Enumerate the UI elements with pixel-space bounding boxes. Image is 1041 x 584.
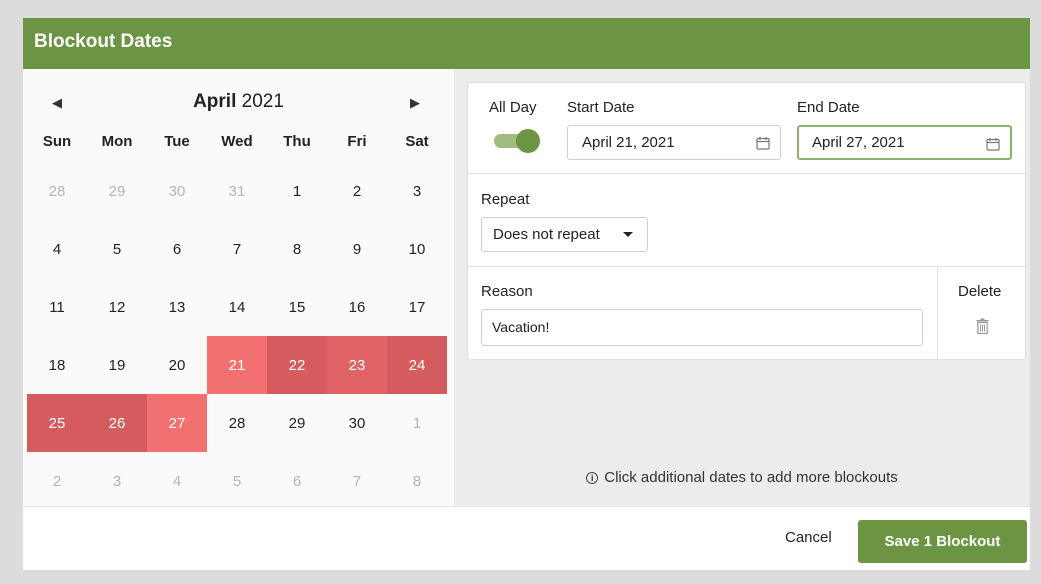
- modal-header: Blockout Dates: [23, 18, 1030, 69]
- calendar-day[interactable]: 11: [27, 278, 87, 336]
- start-date-label: Start Date: [567, 99, 635, 116]
- weekday-label: Wed: [221, 133, 253, 150]
- end-date-field[interactable]: April 27, 2021: [797, 125, 1012, 160]
- calendar-day[interactable]: 29: [267, 394, 327, 452]
- reason-row: Reason Vacation! Delete: [468, 268, 1025, 359]
- repeat-value: Does not repeat: [493, 226, 600, 243]
- calendar-day[interactable]: 9: [327, 220, 387, 278]
- weekday-label: Tue: [164, 133, 190, 150]
- start-date-field[interactable]: April 21, 2021: [567, 125, 781, 160]
- all-day-toggle[interactable]: [492, 129, 540, 153]
- calendar-day[interactable]: 10: [387, 220, 447, 278]
- hint-message: i Click additional dates to add more bloc…: [454, 469, 1030, 486]
- calendar-day[interactable]: 2: [327, 162, 387, 220]
- calendar-day[interactable]: 8: [267, 220, 327, 278]
- all-day-label: All Day: [489, 99, 537, 116]
- calendar-day-outside-month[interactable]: 4: [147, 452, 207, 510]
- end-date-label: End Date: [797, 99, 860, 116]
- calendar-day-outside-month[interactable]: 1: [387, 394, 447, 452]
- weekday-header: Sun Mon Tue Wed Thu Fri Sat: [27, 133, 447, 150]
- calendar-day[interactable]: 14: [207, 278, 267, 336]
- modal-body: ◀ April 2021 ▶ Sun Mon Tue Wed Thu Fri S…: [23, 69, 1030, 506]
- calendar-header: ◀ April 2021 ▶: [23, 69, 454, 137]
- weekday-label: Thu: [283, 133, 311, 150]
- delete-column: Delete: [937, 268, 1026, 359]
- calendar-day-selected[interactable]: 23: [327, 336, 387, 394]
- blockout-card: All Day Start Date April 21, 2021 End Da…: [467, 82, 1026, 360]
- repeat-row: Repeat Does not repeat: [468, 175, 1025, 267]
- delete-label: Delete: [958, 283, 1002, 300]
- next-month-icon[interactable]: ▶: [405, 93, 425, 113]
- calendar: ◀ April 2021 ▶ Sun Mon Tue Wed Thu Fri S…: [23, 69, 454, 506]
- calendar-day[interactable]: 17: [387, 278, 447, 336]
- calendar-day-outside-month[interactable]: 31: [207, 162, 267, 220]
- calendar-icon[interactable]: [986, 127, 1000, 151]
- calendar-day-outside-month[interactable]: 3: [87, 452, 147, 510]
- calendar-day-outside-month[interactable]: 6: [267, 452, 327, 510]
- calendar-day[interactable]: 15: [267, 278, 327, 336]
- weekday-label: Fri: [347, 133, 367, 150]
- calendar-day[interactable]: 30: [327, 394, 387, 452]
- calendar-year: 2021: [241, 91, 284, 112]
- calendar-day[interactable]: 13: [147, 278, 207, 336]
- reason-value: Vacation!: [492, 319, 550, 335]
- calendar-day[interactable]: 20: [147, 336, 207, 394]
- calendar-day-outside-month[interactable]: 7: [327, 452, 387, 510]
- toggle-thumb: [516, 129, 540, 153]
- calendar-day-selected[interactable]: 21: [207, 336, 267, 394]
- weekday-label: Sun: [42, 133, 72, 150]
- calendar-icon[interactable]: [756, 126, 770, 150]
- calendar-month-title: April 2021: [23, 91, 454, 113]
- calendar-day[interactable]: 6: [147, 220, 207, 278]
- calendar-day[interactable]: 1: [267, 162, 327, 220]
- repeat-label: Repeat: [481, 191, 530, 208]
- calendar-day-selected[interactable]: 24: [387, 336, 447, 394]
- calendar-day-outside-month[interactable]: 5: [207, 452, 267, 510]
- weekday-label: Sat: [405, 133, 429, 150]
- calendar-day[interactable]: 3: [387, 162, 447, 220]
- calendar-day-selected[interactable]: 26: [87, 394, 147, 452]
- calendar-day[interactable]: 12: [87, 278, 147, 336]
- calendar-day-outside-month[interactable]: 29: [87, 162, 147, 220]
- calendar-day[interactable]: 7: [207, 220, 267, 278]
- calendar-day-grid: 28 29 30 31 1 2 3 4 5 6 7 8 9 10 11 12 13 14 15 16 17 18 19 20 2…: [27, 162, 447, 510]
- blockout-form-panel: All Day Start Date April 21, 2021 End Da…: [454, 69, 1030, 506]
- calendar-day-outside-month[interactable]: 2: [27, 452, 87, 510]
- weekday-label: Mon: [101, 133, 133, 150]
- hint-text: Click additional dates to add more block…: [604, 469, 898, 486]
- modal-footer: Cancel Save 1 Blockout: [23, 506, 1030, 570]
- modal-title: Blockout Dates: [34, 31, 173, 52]
- calendar-day-selected[interactable]: 27: [147, 394, 207, 452]
- info-icon: i: [586, 472, 599, 484]
- repeat-select[interactable]: Does not repeat: [481, 217, 648, 252]
- calendar-day[interactable]: 28: [207, 394, 267, 452]
- calendar-day-outside-month[interactable]: 28: [27, 162, 87, 220]
- reason-label: Reason: [481, 283, 533, 300]
- start-date-value: April 21, 2021: [582, 134, 675, 151]
- reason-field[interactable]: Vacation!: [481, 309, 923, 346]
- trash-icon[interactable]: [976, 318, 989, 339]
- calendar-day[interactable]: 4: [27, 220, 87, 278]
- calendar-month: April: [193, 91, 237, 112]
- calendar-day-selected[interactable]: 22: [267, 336, 327, 394]
- calendar-day[interactable]: 16: [327, 278, 387, 336]
- calendar-day[interactable]: 5: [87, 220, 147, 278]
- cancel-button[interactable]: Cancel: [785, 529, 832, 546]
- save-blockout-button[interactable]: Save 1 Blockout: [858, 520, 1027, 563]
- calendar-day-selected[interactable]: 25: [27, 394, 87, 452]
- date-row: All Day Start Date April 21, 2021 End Da…: [468, 83, 1025, 174]
- calendar-day-outside-month[interactable]: 30: [147, 162, 207, 220]
- chevron-down-icon: [623, 232, 633, 237]
- blockout-dates-modal: Blockout Dates ◀ April 2021 ▶ Sun Mon Tu…: [23, 18, 1030, 570]
- calendar-day[interactable]: 18: [27, 336, 87, 394]
- end-date-value: April 27, 2021: [812, 134, 905, 151]
- calendar-day-outside-month[interactable]: 8: [387, 452, 447, 510]
- calendar-day[interactable]: 19: [87, 336, 147, 394]
